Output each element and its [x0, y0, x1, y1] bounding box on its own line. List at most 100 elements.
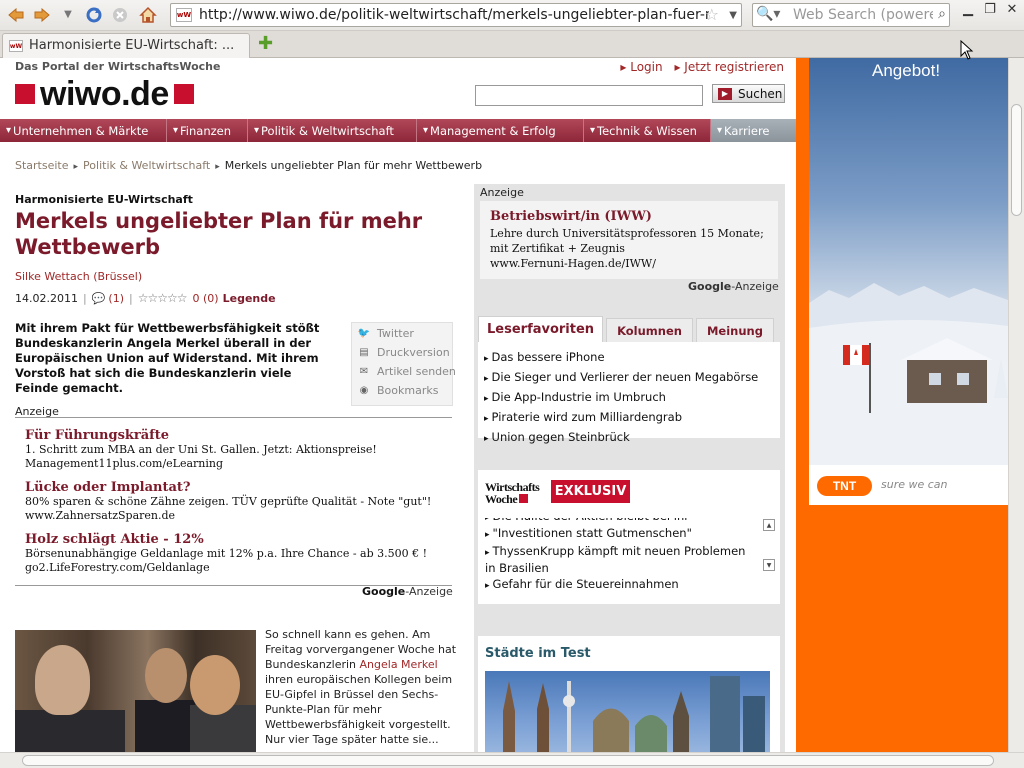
vertical-scroll-thumb[interactable] — [1011, 104, 1022, 216]
city-skyline-image[interactable] — [485, 671, 770, 752]
cities-box: Städte im Test — [478, 636, 780, 752]
ad-title[interactable]: Für Führungskräfte — [25, 428, 455, 443]
main-navigation: Unternehmen & Märkte Finanzen Politik & … — [0, 119, 796, 142]
browser-tab[interactable]: wW Harmonisierte EU-Wirtschaft: ... — [2, 33, 250, 58]
nav-finanzen[interactable]: Finanzen — [167, 119, 248, 142]
nav-politik[interactable]: Politik & Weltwirtschaft — [248, 119, 417, 142]
skyline-graphic — [503, 676, 765, 752]
site-search-input[interactable] — [475, 85, 703, 106]
register-link[interactable]: ▸ Jetzt registrieren — [674, 60, 784, 74]
text-ad[interactable]: Holz schlägt Aktie - 12% Börsenunabhängi… — [25, 532, 455, 575]
nav-karriere[interactable]: Karriere — [711, 119, 796, 142]
banner-image[interactable]: Angebot! — [809, 58, 1008, 465]
list-item[interactable]: Die Sieger und Verlierer der neuen Megab… — [484, 368, 759, 388]
nav-unternehmen[interactable]: Unternehmen & Märkte — [0, 119, 167, 142]
tab-leserfavoriten[interactable]: Leserfavoriten — [478, 316, 604, 342]
scroll-up-icon[interactable]: ▲ — [763, 519, 775, 531]
url-text[interactable]: http://www.wiwo.de/politik-weltwirtschaf… — [199, 7, 709, 23]
magnifier-icon[interactable]: ⌕ — [938, 6, 946, 22]
web-search-box[interactable]: 🔍▾ Web Search (powere ⌕ — [752, 3, 950, 27]
sidebar-ad-title[interactable]: Betriebswirt/in (IWW) — [490, 209, 652, 224]
google-ads-label[interactable]: Google-Anzeige — [362, 585, 453, 598]
google-ads-label[interactable]: Google-Anzeige — [688, 280, 779, 293]
rating-stars-icon[interactable]: ☆☆☆☆☆ — [138, 291, 188, 305]
google-label: Google — [362, 585, 406, 598]
ad-url[interactable]: www.ZahnersatzSparen.de — [25, 509, 455, 523]
breadcrumb-section[interactable]: Politik & Weltwirtschaft — [83, 159, 210, 172]
list-item[interactable]: Gefahr für die Steuereinnahmen — [485, 577, 750, 594]
breadcrumb-home[interactable]: Startseite — [15, 159, 69, 172]
article-author[interactable]: Silke Wettach (Brüssel) — [15, 270, 142, 283]
tab-kolumnen[interactable]: Kolumnen — [606, 318, 693, 342]
site-logo[interactable]: wiwo.de — [15, 75, 194, 113]
forward-button[interactable] — [30, 4, 54, 26]
reload-button[interactable] — [82, 4, 106, 26]
history-dropdown[interactable]: ▼ — [56, 4, 80, 26]
web-search-input[interactable]: Web Search (powere — [793, 7, 933, 23]
site-favicon: wW — [176, 8, 192, 22]
favorites-box: Leserfavoriten Kolumnen Meinung Das bess… — [478, 316, 780, 444]
list-item[interactable]: Die Hälfte der Aktien bleibt bei ihr — [485, 518, 750, 526]
share-email[interactable]: ✉ Artikel senden — [358, 365, 456, 378]
list-item[interactable]: Das bessere iPhone — [484, 348, 758, 368]
register-label[interactable]: Jetzt registrieren — [684, 60, 784, 74]
banner-ad[interactable]: Angebot! TNT sure we can — [796, 58, 1008, 752]
url-dropdown-icon[interactable]: ▼ — [729, 10, 737, 21]
login-link[interactable]: ▸ Login — [620, 60, 662, 74]
horizontal-scrollbar[interactable] — [0, 752, 1024, 768]
site-search-button[interactable]: ▶ Suchen — [712, 84, 785, 103]
list-item[interactable]: Piraterie wird zum Milliardengrab — [484, 408, 758, 428]
maximize-button[interactable]: ❐ — [980, 2, 1000, 17]
new-tab-plus-icon[interactable]: ✚ — [258, 33, 273, 54]
play-arrow-icon: ▶ — [718, 87, 732, 100]
account-links: ▸ Login ▸ Jetzt registrieren — [612, 60, 784, 74]
share-print-label: Druckversion — [377, 346, 450, 359]
stop-button[interactable] — [108, 4, 132, 26]
minimize-button[interactable]: ▁ — [958, 2, 978, 17]
scroll-down-icon[interactable]: ▼ — [763, 559, 775, 571]
list-item[interactable]: Union gegen Steinbrück — [484, 428, 758, 448]
list-item[interactable]: Die App-Industrie im Umbruch — [484, 388, 758, 408]
ad-url[interactable]: Management11plus.com/eLearning — [25, 457, 455, 471]
article-kicker: Harmonisierte EU-Wirtschaft — [15, 193, 193, 206]
comment-icon[interactable]: 💬 — [92, 292, 106, 305]
article-photo[interactable] — [15, 630, 256, 752]
comment-count[interactable]: (1) — [108, 292, 124, 305]
login-label[interactable]: Login — [630, 60, 662, 74]
horizontal-scroll-thumb[interactable] — [22, 755, 994, 766]
home-button[interactable] — [136, 4, 160, 26]
search-engine-icon[interactable]: 🔍▾ — [756, 6, 780, 22]
vertical-scrollbar[interactable] — [1008, 58, 1024, 752]
person-link[interactable]: Angela Merkel — [360, 658, 438, 671]
text-ad[interactable]: Lücke oder Implantat? 80% sparen & schön… — [25, 480, 455, 523]
rating-legend-link[interactable]: Legende — [223, 292, 276, 305]
bookmark-star-icon[interactable]: ☆ — [705, 5, 719, 24]
list-item[interactable]: "Investitionen statt Gutmenschen" — [485, 526, 750, 543]
cities-title[interactable]: Städte im Test — [485, 646, 591, 661]
tab-meinung[interactable]: Meinung — [695, 318, 774, 342]
sidebar-ad-url[interactable]: www.Fernuni-Hagen.de/IWW/ — [490, 257, 656, 270]
sidebar-ad-desc: Lehre durch Universitätsprofessoren 15 M… — [490, 227, 764, 255]
sidebar-text-ad[interactable]: Betriebswirt/in (IWW) Lehre durch Univer… — [480, 201, 778, 279]
nav-management[interactable]: Management & Erfolg — [417, 119, 584, 142]
nav-technik[interactable]: Technik & Wissen — [584, 119, 711, 142]
sidebar-ad-label: Anzeige — [480, 186, 524, 199]
share-twitter[interactable]: 🐦 Twitter — [358, 327, 414, 340]
back-button[interactable] — [4, 4, 28, 26]
close-window-button[interactable]: ✕ — [1002, 2, 1022, 17]
tab-favicon: wW — [9, 40, 23, 52]
back-arrow-icon — [8, 8, 24, 22]
share-print[interactable]: ▤ Druckversion — [358, 346, 450, 359]
list-item[interactable]: ThyssenKrupp kämpft mit neuen Problemen … — [485, 544, 750, 576]
text-ad[interactable]: Für Führungskräfte 1. Schritt zum MBA an… — [25, 428, 455, 471]
ad-title[interactable]: Lücke oder Implantat? — [25, 480, 455, 495]
search-button-label: Suchen — [738, 86, 783, 101]
share-bookmarks[interactable]: ◉ Bookmarks — [358, 384, 439, 397]
tab-strip: wW Harmonisierte EU-Wirtschaft: ... ✚ — [0, 31, 1024, 58]
tab-title[interactable]: Harmonisierte EU-Wirtschaft: ... — [29, 38, 234, 53]
print-icon: ▤ — [359, 347, 369, 358]
stop-icon — [113, 8, 127, 22]
url-bar[interactable]: wW http://www.wiwo.de/politik-weltwirtsc… — [170, 3, 742, 27]
ad-url[interactable]: go2.LifeForestry.com/Geldanlage — [25, 561, 455, 575]
ad-title[interactable]: Holz schlägt Aktie - 12% — [25, 532, 455, 547]
